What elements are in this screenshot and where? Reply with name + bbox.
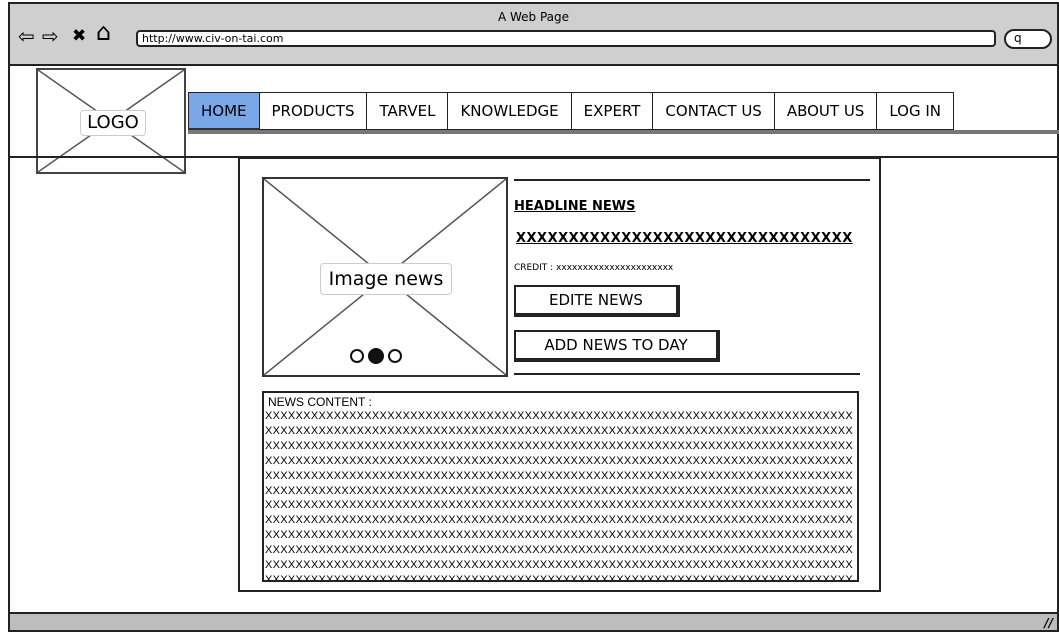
stop-icon[interactable]: ✖ xyxy=(72,26,86,46)
menu-item-knowledge[interactable]: KNOWLEDGE xyxy=(448,92,572,130)
news-panel: Image news HEADLINE NEWS XXXXXXXXXXXXXXX… xyxy=(238,157,881,592)
menu-item-expert[interactable]: EXPERT xyxy=(571,92,654,130)
menu-shadow xyxy=(188,130,1059,134)
image-news-label: Image news xyxy=(320,263,452,295)
browser-window: A Web Page ⇦ ⇨ ✖ ⌂ http://www.civ-on-tai… xyxy=(8,2,1059,632)
news-content-title: NEWS CONTENT : xyxy=(268,395,372,409)
headline-text: XXXXXXXXXXXXXXXXXXXXXXXXXXXXXXXX xyxy=(516,231,853,246)
resize-handle-icon[interactable]: // xyxy=(1044,616,1053,630)
logo[interactable]: LOGO xyxy=(36,68,186,174)
add-news-today-button[interactable]: ADD NEWS TO DAY xyxy=(514,330,720,362)
carousel-dot[interactable] xyxy=(388,349,402,363)
main-menu: HOME PRODUCTS TARVEL KNOWLEDGE EXPERT CO… xyxy=(188,92,955,130)
search-button[interactable]: q xyxy=(1004,29,1052,49)
news-credit: CREDIT : xxxxxxxxxxxxxxxxxxxxxx xyxy=(514,263,674,273)
carousel-dot[interactable] xyxy=(350,349,364,363)
forward-icon[interactable]: ⇨ xyxy=(42,26,59,46)
menu-item-about-us[interactable]: ABOUT US xyxy=(774,92,878,130)
menu-item-log-in[interactable]: LOG IN xyxy=(877,92,955,130)
carousel-indicator xyxy=(350,348,402,364)
menu-item-contact-us[interactable]: CONTACT US xyxy=(653,92,775,130)
headline-top-divider xyxy=(514,179,870,181)
news-image[interactable]: Image news xyxy=(262,177,508,377)
window-title: A Web Page xyxy=(497,10,570,24)
back-icon[interactable]: ⇦ xyxy=(18,26,35,46)
headline-bottom-divider xyxy=(514,373,860,375)
menu-item-home[interactable]: HOME xyxy=(188,92,260,130)
status-bar: // xyxy=(10,612,1057,630)
url-bar[interactable]: http://www.civ-on-tai.com xyxy=(136,30,996,47)
carousel-dot-active[interactable] xyxy=(368,348,384,364)
home-icon[interactable]: ⌂ xyxy=(96,20,111,44)
search-icon: q xyxy=(1014,31,1022,45)
menu-item-travel[interactable]: TARVEL xyxy=(367,92,449,130)
news-content-body: XXXXXXXXXXXXXXXXXXXXXXXXXXXXXXXXXXXXXXXX… xyxy=(265,410,854,582)
logo-label: LOGO xyxy=(80,110,146,136)
news-content-box[interactable]: NEWS CONTENT : XXXXXXXXXXXXXXXXXXXXXXXXX… xyxy=(262,391,859,582)
menu-item-products[interactable]: PRODUCTS xyxy=(259,92,368,130)
browser-toolbar: A Web Page ⇦ ⇨ ✖ ⌂ http://www.civ-on-tai… xyxy=(10,4,1057,66)
headline-title: HEADLINE NEWS xyxy=(514,199,636,214)
edit-news-button[interactable]: EDITE NEWS xyxy=(514,285,680,317)
